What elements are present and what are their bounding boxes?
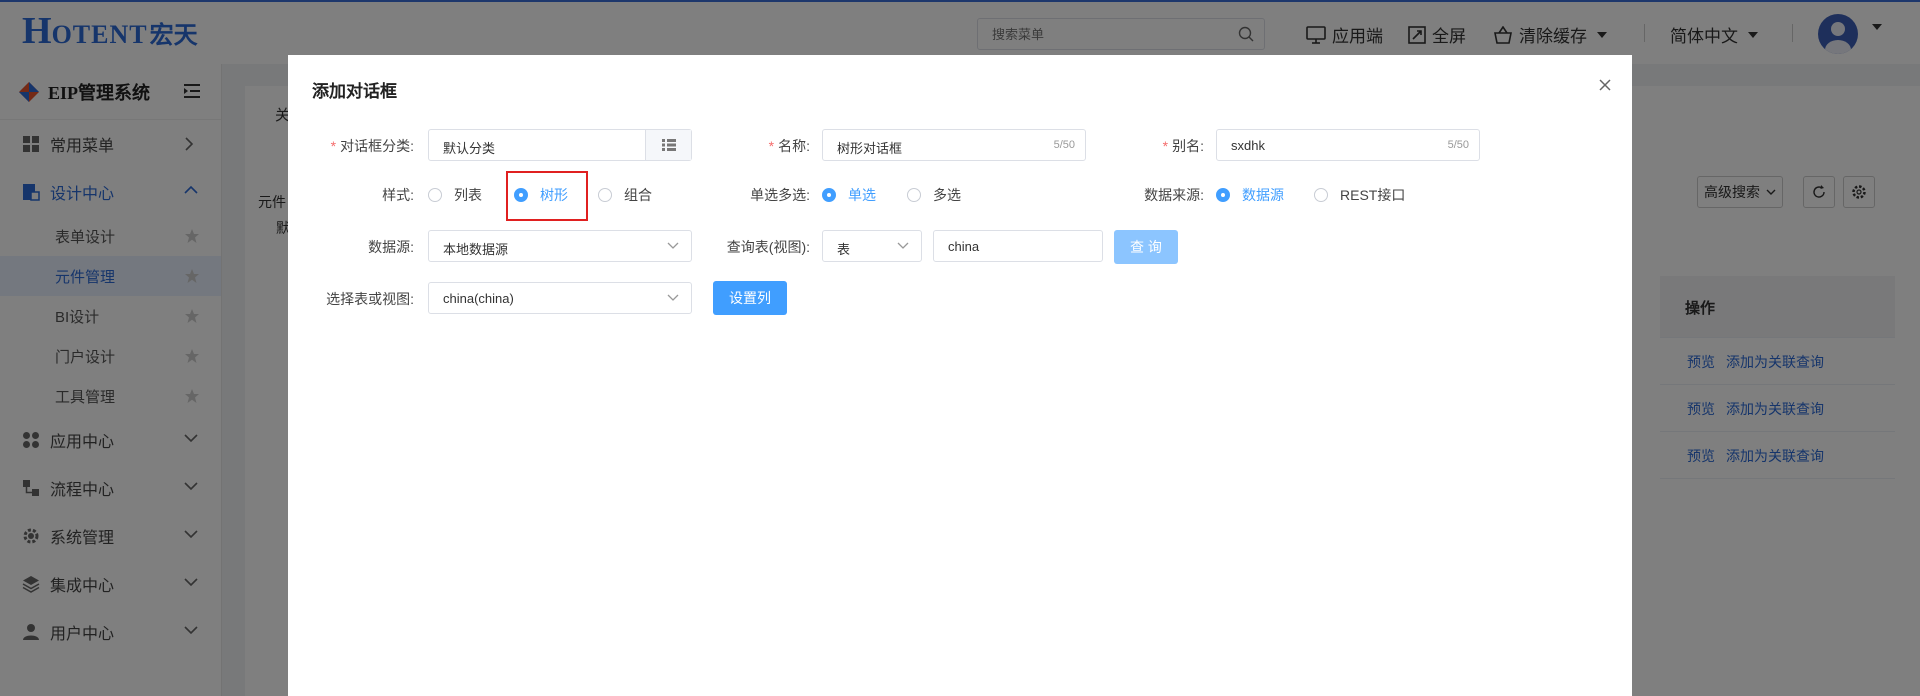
alias-char-count: 5/50 [1447,139,1469,151]
category-label: * 对话框分类: [330,138,414,154]
radio-label: REST接口 [1340,187,1406,203]
add-dialog-modal: 添加对话框 * 对话框分类: 默认分类 * 名称: 树形对话框 5/50 * 别名: … [288,55,1632,696]
style-radio-list[interactable]: 列表 [428,185,482,205]
radio-circle [1314,188,1328,202]
query-table-label: 查询表(视图): [726,239,810,255]
dialog-title: 添加对话框 [312,82,397,101]
query-table-input[interactable]: china [933,230,1103,262]
data-source-select[interactable]: 本地数据源 [428,230,692,262]
select-table-label: 选择表或视图: [326,291,414,307]
select-mode-radio-single[interactable]: 单选 [822,185,876,205]
set-columns-button[interactable]: 设置列 [713,281,787,315]
query-table-type-value: 表 [837,242,851,257]
close-icon[interactable] [1597,77,1613,93]
radio-label: 列表 [454,187,482,203]
chevron-down-icon [667,242,679,249]
list-icon [661,139,676,151]
name-input[interactable]: 树形对话框 5/50 [822,129,1086,161]
radio-label: 多选 [933,187,961,203]
category-value: 默认分类 [443,141,496,156]
select-table-value: china(china) [443,291,514,306]
style-label: 样式: [382,187,414,203]
radio-circle [907,188,921,202]
query-table-input-value: china [948,239,980,254]
category-select-button[interactable] [645,130,691,160]
data-source-type-label: 数据来源: [1144,187,1204,203]
chevron-down-icon [667,294,679,301]
query-table-type-select[interactable]: 表 [822,230,922,262]
select-mode-label: 单选多选: [750,187,810,203]
name-value: 树形对话框 [837,141,903,156]
highlight-annotation [506,171,588,221]
alias-value: sxdhk [1231,138,1265,153]
radio-label: 单选 [848,187,876,203]
radio-circle [428,188,442,202]
alias-input[interactable]: sxdhk 5/50 [1216,129,1480,161]
name-char-count: 5/50 [1053,139,1075,151]
radio-label: 组合 [624,187,652,203]
data-source-type-radio-rest[interactable]: REST接口 [1314,185,1405,205]
data-source-value: 本地数据源 [443,242,509,257]
data-source-type-radio-datasource[interactable]: 数据源 [1216,185,1284,205]
chevron-down-icon [897,242,909,249]
select-mode-radio-multiple[interactable]: 多选 [907,185,961,205]
style-radio-combo[interactable]: 组合 [598,185,652,205]
radio-label: 数据源 [1242,187,1284,203]
radio-circle [822,188,836,202]
name-label: * 名称: [768,138,810,154]
radio-circle [1216,188,1230,202]
category-field[interactable]: 默认分类 [428,129,692,161]
alias-label: * 别名: [1162,138,1204,154]
query-button[interactable]: 查 询 [1114,230,1178,264]
select-table-select[interactable]: china(china) [428,282,692,314]
radio-circle [598,188,612,202]
data-source-label: 数据源: [368,239,414,255]
